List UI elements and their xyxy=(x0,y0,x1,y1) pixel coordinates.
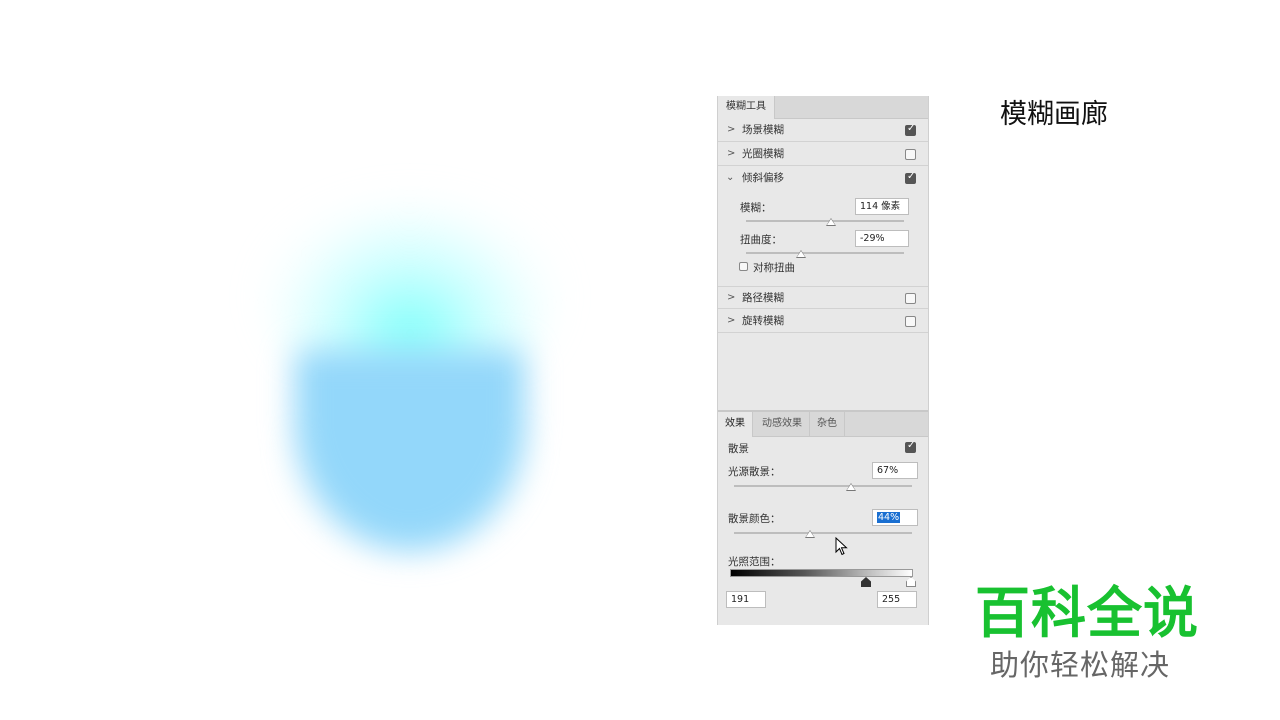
light-bokeh-field[interactable]: 67% xyxy=(872,462,918,479)
bokeh-color-slider-track[interactable] xyxy=(734,532,912,534)
distortion-field[interactable]: -29% xyxy=(855,230,909,247)
blur-item-tilt-shift[interactable]: ⌄ 倾斜偏移 xyxy=(718,167,928,190)
blur-item-spin[interactable]: > 旋转模糊 xyxy=(718,310,928,333)
tab-noise[interactable]: 杂色 xyxy=(810,412,845,436)
symmetric-distortion-label: 对称扭曲 xyxy=(753,262,795,274)
blur-item-iris[interactable]: > 光圈模糊 xyxy=(718,143,928,166)
distortion-slider-handle[interactable] xyxy=(796,250,806,258)
blur-item-label: 路径模糊 xyxy=(742,292,784,304)
blur-item-label: 旋转模糊 xyxy=(742,315,784,327)
light-range-low-handle[interactable] xyxy=(861,577,871,587)
bokeh-color-slider-handle[interactable] xyxy=(805,530,815,538)
blurred-canvas-image xyxy=(250,200,570,560)
bokeh-color-selected-text[interactable]: 44% xyxy=(877,512,901,523)
blur-item-path[interactable]: > 路径模糊 xyxy=(718,286,928,309)
tab-motion-effects[interactable]: 动感效果 xyxy=(755,412,810,436)
chevron-down-icon[interactable]: ⌄ xyxy=(726,167,734,189)
bokeh-color-field[interactable]: 44% xyxy=(872,509,918,526)
blur-item-label: 光圈模糊 xyxy=(742,148,784,160)
tab-blur-tools[interactable]: 模糊工具 xyxy=(718,96,775,119)
distortion-slider-track[interactable] xyxy=(746,252,904,254)
light-range-gradient[interactable] xyxy=(730,569,913,577)
panel-tabbar: 模糊工具 xyxy=(718,96,928,119)
distortion-label: 扭曲度： xyxy=(740,234,782,246)
chevron-right-icon[interactable]: > xyxy=(727,143,735,165)
bokeh-checkbox[interactable] xyxy=(905,440,916,453)
chevron-right-icon[interactable]: > xyxy=(727,310,735,332)
bokeh-color-label: 散景颜色： xyxy=(728,513,781,525)
watermark-slogan: 助你轻松解决 xyxy=(990,648,1171,682)
symmetric-distortion-checkbox[interactable] xyxy=(739,262,748,271)
effects-tabbar: 效果 动感效果 杂色 xyxy=(718,412,928,437)
blur-tools-panel: 模糊工具 > 场景模糊 > 光圈模糊 ⌄ 倾斜偏移 模糊： 114 像素 扭曲度… xyxy=(717,96,929,625)
blur-item-label: 场景模糊 xyxy=(742,124,784,136)
blur-item-label: 倾斜偏移 xyxy=(742,172,784,184)
light-bokeh-slider-handle[interactable] xyxy=(846,483,856,491)
iris-blur-checkbox[interactable] xyxy=(905,149,916,160)
watermark-brand: 百科全说 xyxy=(975,581,1200,645)
blur-amount-field[interactable]: 114 像素 xyxy=(855,198,909,215)
blur-amount-slider-handle[interactable] xyxy=(826,218,836,226)
tilt-shift-checkbox[interactable] xyxy=(905,171,916,184)
light-range-label: 光照范围： xyxy=(728,556,781,568)
chevron-right-icon[interactable]: > xyxy=(727,119,735,141)
bokeh-label: 散景 xyxy=(728,443,749,455)
spin-blur-checkbox[interactable] xyxy=(905,316,916,327)
light-range-low-field[interactable]: 191 xyxy=(726,591,766,608)
field-blur-checkbox[interactable] xyxy=(905,123,916,136)
path-blur-checkbox[interactable] xyxy=(905,293,916,304)
mouse-cursor-icon xyxy=(835,537,848,556)
light-range-high-field[interactable]: 255 xyxy=(877,591,917,608)
blur-amount-label: 模糊： xyxy=(740,202,772,214)
light-bokeh-slider-track[interactable] xyxy=(734,485,912,487)
light-bokeh-label: 光源散景： xyxy=(728,466,781,478)
gallery-title: 模糊画廊 xyxy=(1000,99,1108,130)
chevron-right-icon[interactable]: > xyxy=(727,287,735,309)
blur-item-field[interactable]: > 场景模糊 xyxy=(718,119,928,142)
tab-effects[interactable]: 效果 xyxy=(718,412,753,437)
blur-amount-slider-track[interactable] xyxy=(746,220,904,222)
light-range-high-handle[interactable] xyxy=(906,577,916,587)
